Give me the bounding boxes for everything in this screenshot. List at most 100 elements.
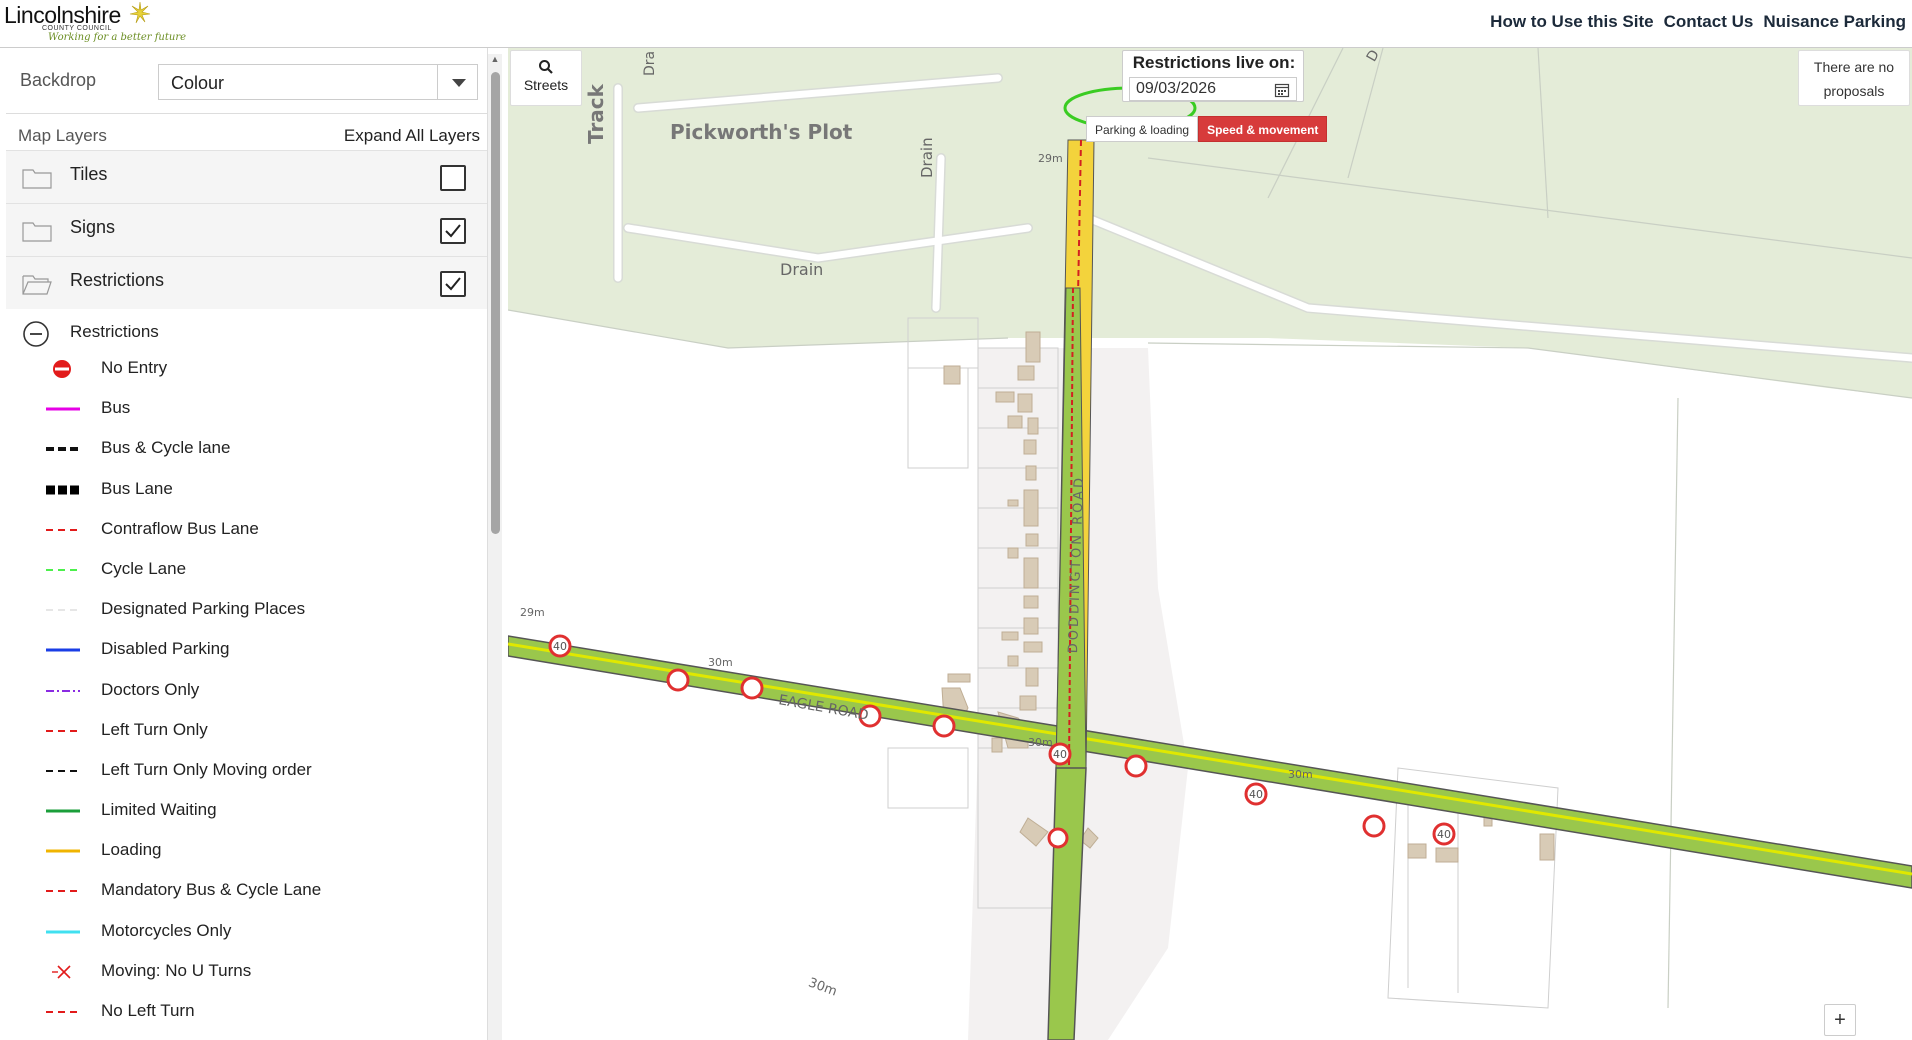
legend-symbol-icon <box>46 1011 80 1013</box>
legend-item: Loading <box>6 832 487 872</box>
legend-symbol-icon <box>46 890 80 893</box>
place-label: Pickworth's Plot <box>670 120 853 144</box>
legend-item: No Left Turn <box>6 993 487 1033</box>
layer-group-tiles[interactable]: Tiles <box>6 150 487 203</box>
nav-how-to-use[interactable]: How to Use this Site <box>1490 12 1653 32</box>
legend-item: Doctors Only <box>6 672 487 712</box>
legend-item: Left Turn Only <box>6 712 487 752</box>
proposals-line-1: There are no <box>1813 59 1895 75</box>
nav-nuisance-parking[interactable]: Nuisance Parking <box>1763 12 1906 32</box>
map-canvas[interactable]: 40 40 40 40 <box>508 48 1912 1040</box>
search-icon <box>539 60 553 74</box>
restrictions-checkbox[interactable] <box>440 271 466 297</box>
legend-item: Left Turn Only Moving order <box>6 752 487 792</box>
legend-symbol-icon <box>46 809 80 813</box>
date-value: 09/03/2026 <box>1136 80 1217 97</box>
legend-item: Bus Lane <box>6 471 487 511</box>
collapse-minus-icon[interactable] <box>22 320 50 348</box>
map-layers-title: Map Layers <box>18 126 107 145</box>
legend-item: Limited Waiting <box>6 792 487 832</box>
proposals-button[interactable]: There are no proposals <box>1798 50 1910 106</box>
folder-icon <box>22 222 52 242</box>
layer-group-label: Tiles <box>70 164 108 184</box>
zoom-in-button[interactable]: + <box>1824 1004 1856 1036</box>
sidebar-scrollbar[interactable]: ▲ <box>488 54 502 1040</box>
layer-group-label: Restrictions <box>70 270 165 290</box>
nav-contact-us[interactable]: Contact Us <box>1664 12 1754 32</box>
folder-icon <box>22 169 52 189</box>
signs-checkbox[interactable] <box>440 218 466 244</box>
streets-button[interactable]: Streets <box>510 50 582 106</box>
map-view[interactable]: 40 40 40 40 Pickworth's Plot Track Dra D… <box>508 48 1912 1040</box>
legend-symbol-icon <box>46 447 80 452</box>
legend-symbol-icon <box>46 729 80 732</box>
legend-symbol-icon <box>46 849 80 853</box>
chevron-down-icon[interactable] <box>437 65 477 99</box>
mode-toggle: Parking & loading Speed & movement <box>1086 116 1328 142</box>
legend-label: Left Turn Only <box>101 719 208 739</box>
proposals-line-2: proposals <box>1823 83 1885 99</box>
parking-loading-button[interactable]: Parking & loading <box>1086 116 1199 142</box>
legend-item: Moving: No U Turns <box>6 953 487 993</box>
legend-item: Contraflow Bus Lane <box>6 511 487 551</box>
legend-item: Designated Parking Places <box>6 591 487 631</box>
logo-subtitle: COUNTY COUNCIL <box>42 25 112 32</box>
legend-item: Bus & Cycle lane <box>6 430 487 470</box>
sidebar: Backdrop Colour Map Layers Expand All La… <box>6 48 488 1040</box>
restrictions-live-title: Restrictions live on: <box>1132 53 1296 72</box>
legend-label: Bus Lane <box>101 478 173 498</box>
layer-group-restrictions[interactable]: Restrictions <box>6 256 487 309</box>
date-input[interactable]: 09/03/2026 <box>1129 77 1297 101</box>
drain-vertical-label: Drain <box>918 137 936 178</box>
legend-symbol-icon <box>46 609 80 612</box>
speed-label: 40 <box>1249 788 1263 801</box>
drain-top-label: Dra <box>642 50 658 76</box>
legend-label: Cycle Lane <box>101 558 187 578</box>
legend-item: Cycle Lane <box>6 551 487 591</box>
scroll-up-arrow-icon[interactable]: ▲ <box>490 54 500 64</box>
speed-movement-button[interactable]: Speed & movement <box>1198 116 1328 142</box>
top-navigation: How to Use this Site Contact Us Nuisance… <box>1490 12 1906 32</box>
legend-symbol-icon <box>46 930 80 934</box>
legend-item: Bus <box>6 390 487 430</box>
restrictions-live-panel: Restrictions live on: 09/03/2026 <box>1122 50 1304 102</box>
streets-label: Streets <box>523 77 569 93</box>
legend-symbol-icon <box>52 965 71 979</box>
expand-all-layers-link[interactable]: Expand All Layers <box>344 126 480 146</box>
logo-tagline: Working for a better future <box>48 32 187 43</box>
map-layers-header: Map Layers Expand All Layers <box>6 122 487 150</box>
layer-group-signs[interactable]: Signs <box>6 203 487 256</box>
legend-label: Contraflow Bus Lane <box>101 518 259 538</box>
elevation-label: 30m <box>708 656 733 669</box>
legend-item: No Entry <box>6 350 487 390</box>
legend-label: Limited Waiting <box>101 800 217 820</box>
restrictions-subgroup[interactable]: Restrictions <box>6 310 487 350</box>
scrollbar-thumb[interactable] <box>491 72 500 534</box>
header: Lincolnshire COUNTY COUNCIL Working for … <box>0 0 1912 48</box>
backdrop-select[interactable]: Colour <box>158 64 478 100</box>
calendar-icon[interactable] <box>1274 82 1290 98</box>
legend-label: Left Turn Only Moving order <box>101 759 312 779</box>
legend-label: Disabled Parking <box>101 639 230 659</box>
legend-label: Bus & Cycle lane <box>101 438 231 458</box>
logo-star-icon <box>129 1 151 24</box>
legend-label: Moving: No U Turns <box>101 960 252 980</box>
legend-label: No Left Turn <box>101 1001 195 1020</box>
elevation-label: 29m <box>520 606 545 619</box>
legend-symbol-icon <box>46 568 80 571</box>
legend-item: Disabled Parking <box>6 631 487 671</box>
tiles-checkbox[interactable] <box>440 165 466 191</box>
folder-open-icon <box>22 275 52 295</box>
legend-label: No Entry <box>101 358 168 377</box>
subgroup-label: Restrictions <box>70 322 159 341</box>
legend-item: Motorcycles Only <box>6 913 487 953</box>
legend-symbol-icon <box>46 485 80 495</box>
backdrop-label: Backdrop <box>20 70 97 90</box>
elevation-label: 30m <box>1028 736 1053 749</box>
speed-label: 40 <box>1053 748 1067 761</box>
legend-symbol-icon <box>46 689 80 692</box>
legend-item: Mandatory Bus & Cycle Lane <box>6 872 487 912</box>
council-logo[interactable]: Lincolnshire COUNTY COUNCIL Working for … <box>4 1 186 46</box>
legend-symbol-icon <box>53 360 71 378</box>
layer-group-label: Signs <box>70 217 116 237</box>
